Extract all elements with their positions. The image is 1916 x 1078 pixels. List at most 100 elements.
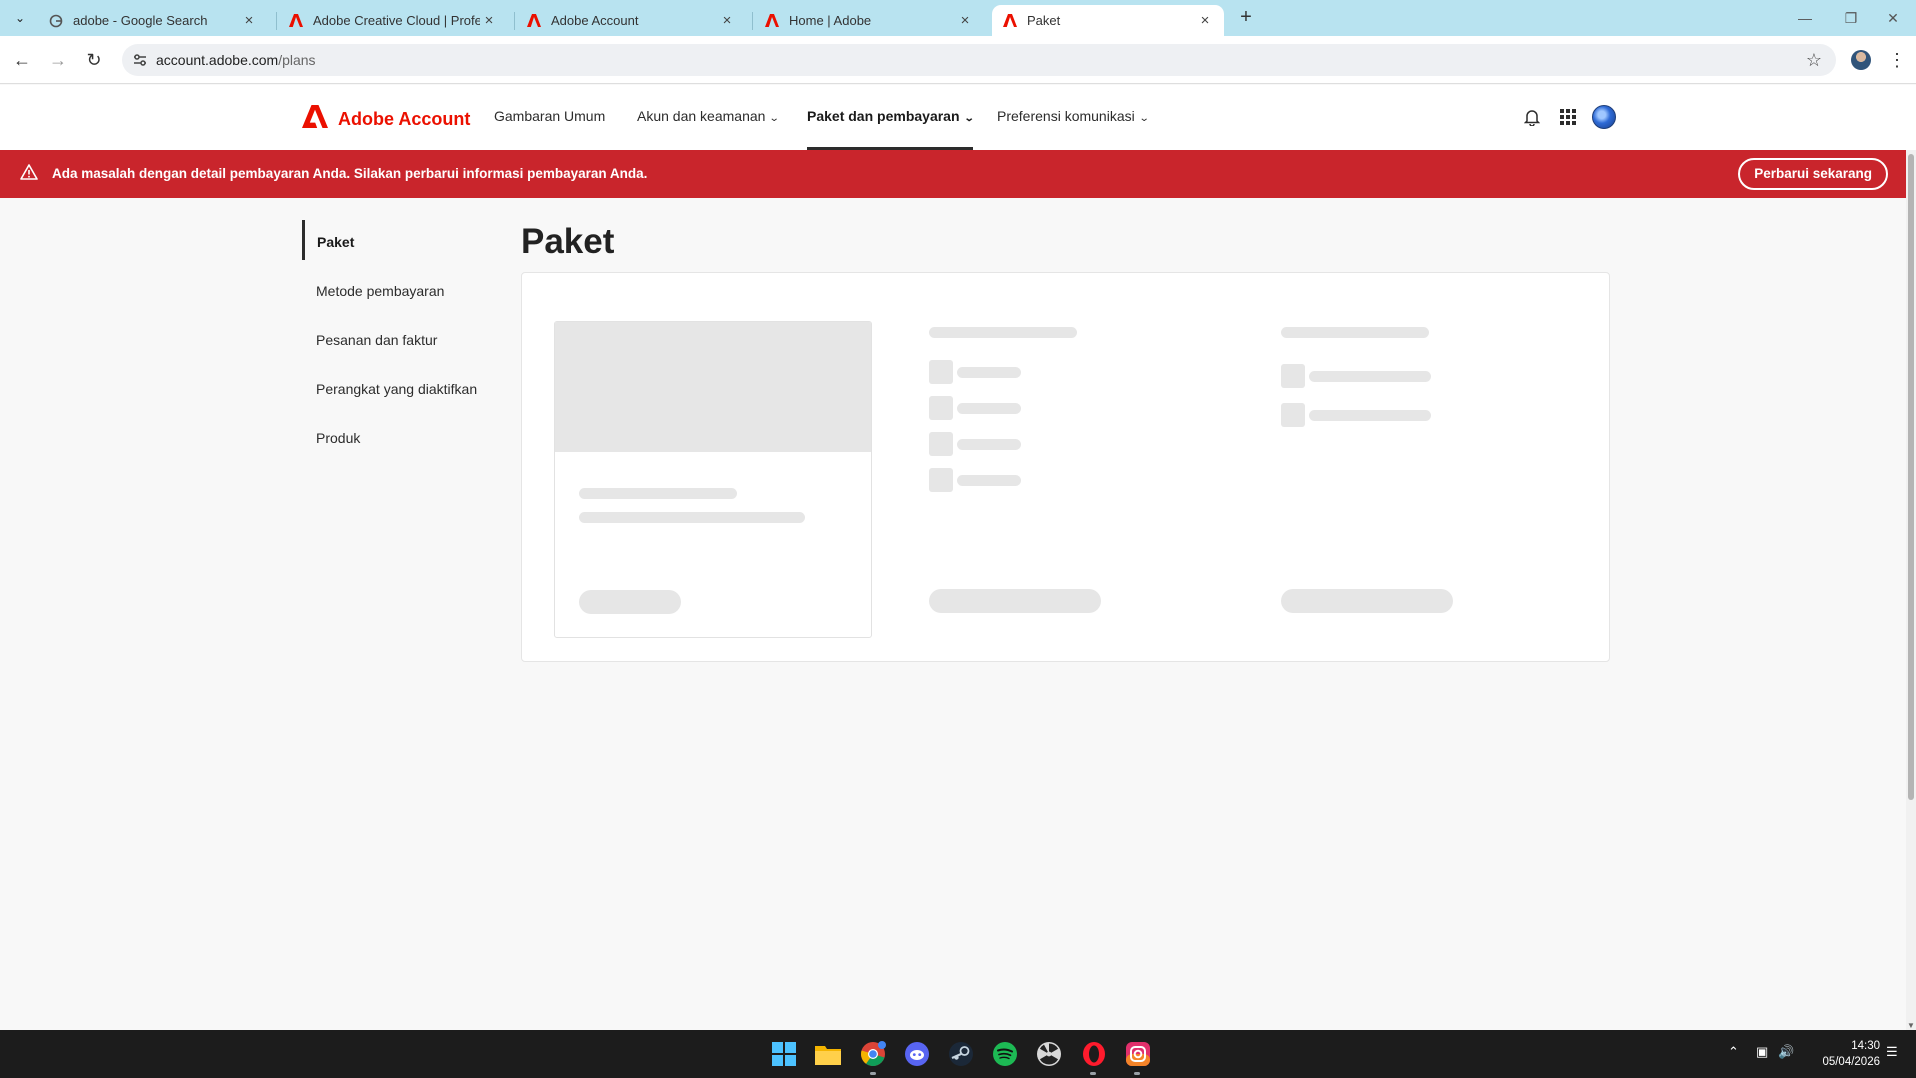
system-clock[interactable]: 14:30 05/04/2026 bbox=[1810, 1038, 1880, 1070]
notifications-bell-icon[interactable] bbox=[1520, 105, 1544, 129]
plans-sidebar: Paket Metode pembayaran Pesanan dan fakt… bbox=[302, 220, 482, 465]
address-bar[interactable]: account.adobe.com/plans ☆ bbox=[122, 44, 1836, 76]
discord-icon[interactable] bbox=[903, 1040, 931, 1068]
running-indicator bbox=[1134, 1072, 1140, 1075]
tab-divider bbox=[276, 12, 277, 30]
skeleton-line bbox=[957, 367, 1021, 378]
sidebar-item-produk[interactable]: Produk bbox=[302, 416, 482, 456]
adobe-icon bbox=[764, 13, 780, 29]
radiation-app-icon[interactable] bbox=[1035, 1040, 1063, 1068]
bookmark-star-icon[interactable]: ☆ bbox=[1806, 44, 1822, 76]
chevron-down-icon: ⌄ bbox=[963, 113, 975, 124]
volume-icon[interactable]: 🔊 bbox=[1778, 1044, 1794, 1060]
file-explorer-icon[interactable] bbox=[814, 1040, 842, 1068]
browser-tab-google-search[interactable]: adobe - Google Search × bbox=[38, 5, 268, 36]
url-text: account.adobe.com/plans bbox=[156, 52, 316, 68]
close-icon[interactable]: × bbox=[718, 12, 736, 29]
sidebar-item-paket[interactable]: Paket bbox=[302, 220, 482, 260]
tab-search-button[interactable]: ⌄ bbox=[8, 6, 32, 30]
scroll-down-arrow-icon[interactable]: ▼ bbox=[1907, 1021, 1915, 1030]
update-now-button[interactable]: Perbarui sekarang bbox=[1738, 158, 1888, 190]
instagram-icon[interactable] bbox=[1124, 1040, 1152, 1068]
close-icon[interactable]: × bbox=[1196, 12, 1214, 29]
site-settings-icon[interactable] bbox=[132, 52, 148, 68]
page-title: Paket bbox=[521, 222, 615, 261]
steam-icon[interactable] bbox=[947, 1040, 975, 1068]
user-avatar[interactable] bbox=[1592, 105, 1616, 129]
skeleton-icon bbox=[929, 396, 953, 420]
browser-menu-icon[interactable]: ⋮ bbox=[1888, 46, 1906, 74]
nav-paket-dan-pembayaran[interactable]: Paket dan pembayaran ⌄ bbox=[807, 85, 975, 150]
skeleton-icon bbox=[929, 360, 953, 384]
network-icon[interactable]: ▣ bbox=[1756, 1044, 1768, 1060]
adobe-account-header: Adobe Account Gambaran Umum Akun dan kea… bbox=[0, 85, 1916, 150]
forward-button[interactable]: → bbox=[44, 46, 72, 74]
tab-divider bbox=[514, 12, 515, 30]
skeleton-button bbox=[929, 589, 1101, 613]
browser-tab-adobe-account[interactable]: Adobe Account × bbox=[516, 5, 746, 36]
page-scrollbar[interactable]: ▼ bbox=[1906, 150, 1916, 1030]
browser-tab-strip: ⌄ adobe - Google Search × Adobe Creative… bbox=[0, 0, 1916, 36]
nav-preferensi-komunikasi[interactable]: Preferensi komunikasi ⌄ bbox=[997, 85, 1150, 150]
browser-tab-paket[interactable]: Paket × bbox=[992, 5, 1224, 36]
running-indicator bbox=[870, 1072, 876, 1075]
windows-taskbar: ⌃ ▣ 🔊 14:30 05/04/2026 ☰ bbox=[0, 1030, 1916, 1078]
new-tab-button[interactable]: + bbox=[1234, 6, 1258, 30]
app-switcher-grid-icon[interactable] bbox=[1556, 105, 1580, 129]
tab-divider bbox=[752, 12, 753, 30]
skeleton-line bbox=[957, 439, 1021, 450]
adobe-account-logo[interactable]: Adobe Account bbox=[302, 105, 470, 133]
arrow-right-icon: → bbox=[49, 50, 67, 70]
close-window-button[interactable]: ✕ bbox=[1870, 4, 1916, 32]
sidebar-item-perangkat-yang-diaktifkan[interactable]: Perangkat yang diaktifkan bbox=[302, 367, 482, 407]
reload-button[interactable]: ↻ bbox=[80, 46, 108, 74]
nav-akun-dan-keamanan[interactable]: Akun dan keamanan ⌄ bbox=[637, 85, 780, 150]
close-icon[interactable]: × bbox=[956, 12, 974, 29]
nav-gambaran-umum[interactable]: Gambaran Umum bbox=[494, 85, 605, 150]
notification-center-icon[interactable]: ☰ bbox=[1886, 1044, 1898, 1060]
chrome-icon[interactable] bbox=[859, 1040, 887, 1068]
adobe-icon bbox=[1002, 13, 1018, 29]
skeleton-icon bbox=[1281, 364, 1305, 388]
tray-overflow-chevron-icon[interactable]: ⌃ bbox=[1728, 1044, 1739, 1060]
brand-name: Adobe Account bbox=[338, 108, 471, 129]
close-icon[interactable]: × bbox=[480, 12, 498, 29]
restore-button[interactable]: ❐ bbox=[1828, 4, 1874, 32]
running-indicator bbox=[1090, 1072, 1096, 1075]
skeleton-icon bbox=[929, 468, 953, 492]
reload-icon: ↻ bbox=[86, 50, 102, 70]
skeleton-line bbox=[957, 403, 1021, 414]
close-icon[interactable]: × bbox=[240, 12, 258, 29]
skeleton-icon bbox=[1281, 403, 1305, 427]
chevron-down-icon: ⌄ bbox=[1138, 113, 1150, 124]
adobe-icon bbox=[288, 13, 304, 29]
skeleton-line bbox=[929, 327, 1077, 338]
opera-icon[interactable] bbox=[1080, 1040, 1108, 1068]
sidebar-item-pesanan-dan-faktur[interactable]: Pesanan dan faktur bbox=[302, 318, 482, 358]
adobe-logo-icon bbox=[302, 105, 328, 133]
alert-message: Ada masalah dengan detail pembayaran And… bbox=[52, 166, 648, 181]
back-button[interactable]: ← bbox=[8, 46, 36, 74]
arrow-left-icon: ← bbox=[13, 50, 31, 70]
scrollbar-thumb[interactable] bbox=[1908, 154, 1914, 800]
browser-tab-home-adobe[interactable]: Home | Adobe × bbox=[754, 5, 984, 36]
google-icon bbox=[48, 13, 64, 29]
skeleton-line bbox=[957, 475, 1021, 486]
skeleton-line bbox=[1281, 327, 1429, 338]
browser-profile-avatar[interactable] bbox=[1851, 50, 1871, 70]
skeleton-button bbox=[579, 590, 681, 614]
chevron-down-icon: ⌄ bbox=[14, 11, 26, 25]
globe-avatar-icon bbox=[1592, 105, 1616, 129]
skeleton-button bbox=[1281, 589, 1453, 613]
skeleton-line bbox=[579, 512, 805, 523]
skeleton-line bbox=[1309, 410, 1431, 421]
skeleton-icon bbox=[929, 432, 953, 456]
minimize-button[interactable]: — bbox=[1782, 4, 1828, 32]
payment-alert-banner: Ada masalah dengan detail pembayaran And… bbox=[0, 150, 1906, 198]
product-image-placeholder bbox=[555, 322, 871, 452]
sidebar-item-metode-pembayaran[interactable]: Metode pembayaran bbox=[302, 269, 482, 309]
windows-start-icon[interactable] bbox=[770, 1040, 798, 1068]
browser-toolbar: ← → ↻ account.adobe.com/plans ☆ ⋮ bbox=[0, 36, 1916, 84]
browser-tab-creative-cloud[interactable]: Adobe Creative Cloud | Profess × bbox=[278, 5, 508, 36]
spotify-icon[interactable] bbox=[991, 1040, 1019, 1068]
